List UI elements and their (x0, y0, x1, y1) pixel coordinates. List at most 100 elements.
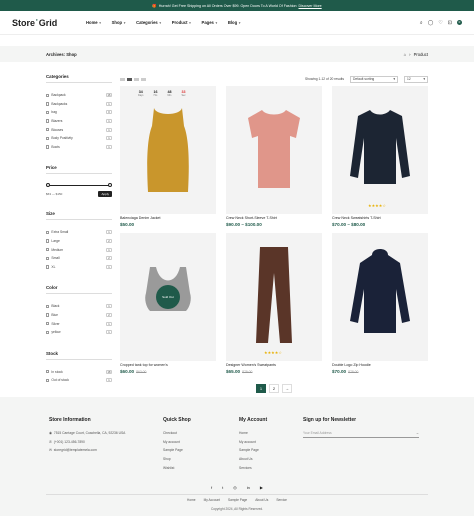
account-link[interactable]: Sample Page (239, 446, 303, 455)
product-card[interactable]: ★★★★☆ Crew Neck Sweatshirts T-Shirt $70.… (332, 86, 428, 227)
facebook-icon[interactable]: f (211, 485, 212, 490)
price-slider[interactable] (46, 182, 112, 188)
checkbox[interactable] (46, 93, 50, 97)
checkbox[interactable] (46, 313, 50, 317)
store-email[interactable]: storegrid@templatemela.com (54, 448, 97, 452)
footer-link[interactable]: My Account (204, 498, 220, 502)
discover-more-link[interactable]: Discover More (299, 4, 322, 8)
quick-shop-link[interactable]: Wishlist (163, 463, 239, 472)
stock-row[interactable]: Out of stock 1 (46, 376, 112, 385)
account-link[interactable]: Home (239, 429, 303, 438)
product-card[interactable]: ★★★★☆ Designer Women's Sweatpants $65.00… (226, 233, 322, 374)
checkbox[interactable] (46, 230, 50, 235)
product-name[interactable]: Designer Women's Sweatpants (226, 363, 322, 367)
footer-link[interactable]: About Us (255, 498, 268, 502)
view-grid-5-icon[interactable] (141, 77, 146, 81)
nav-categories[interactable]: Categories ▼ (136, 20, 162, 25)
checkbox[interactable] (46, 370, 50, 374)
checkbox[interactable] (46, 256, 50, 260)
product-card[interactable]: Double Logo Zip Hoodie $70.00 $78.00 (332, 233, 428, 374)
nav-home[interactable]: Home ▼ (86, 20, 102, 25)
color-row[interactable]: yellow 1 (46, 328, 112, 337)
product-card[interactable]: Sold Out Cropped tank top for women's $6… (120, 233, 216, 374)
checkbox[interactable] (46, 378, 50, 383)
account-link[interactable]: My account (239, 438, 303, 447)
checkbox[interactable] (46, 321, 50, 326)
per-page-select[interactable]: 12 ▾ (404, 75, 428, 83)
nav-product[interactable]: Product ▼ (172, 20, 192, 25)
category-row[interactable]: Body Positivity 1 (46, 134, 112, 143)
quick-shop-link[interactable]: Checkout (163, 429, 239, 438)
checkbox[interactable] (46, 145, 50, 149)
checkbox[interactable] (46, 119, 50, 123)
cart-icon[interactable]: ⊡ (448, 20, 452, 26)
price-max-handle[interactable] (108, 183, 112, 188)
category-row[interactable]: bag 0 (46, 108, 112, 117)
view-list-icon[interactable] (120, 77, 125, 81)
product-name[interactable]: Balenciaga Denim Jacket (120, 216, 216, 220)
product-name[interactable]: Double Logo Zip Hoodie (332, 363, 428, 367)
product-image[interactable]: ★★★★☆ (332, 86, 428, 214)
size-row[interactable]: Medium 1 (46, 245, 112, 254)
newsletter-input[interactable]: Your Email Address → (303, 429, 419, 438)
category-row[interactable]: Blazers 1 (46, 117, 112, 126)
stock-row[interactable]: In stock 18 (46, 368, 112, 377)
store-phone[interactable]: (+001) 123-456-7890 (54, 440, 85, 444)
product-image[interactable] (226, 86, 322, 214)
checkbox[interactable] (46, 110, 50, 115)
page-2[interactable]: 2 (269, 384, 279, 393)
account-link[interactable]: Services (239, 463, 303, 472)
checkbox[interactable] (46, 265, 50, 269)
product-card[interactable]: 34 Days 16 Hrs 48 Min 33 Sec Balenciaga Deni… (120, 86, 216, 227)
color-row[interactable]: Black 1 (46, 302, 112, 311)
site-logo[interactable]: Store ' Grid (12, 18, 74, 28)
footer-link[interactable]: Service (276, 498, 287, 502)
category-row[interactable]: Backpacks 1 (46, 100, 112, 109)
color-row[interactable]: Silver 1 (46, 319, 112, 328)
size-row[interactable]: Large 2 (46, 237, 112, 246)
search-icon[interactable]: ⌕ (420, 20, 423, 26)
quick-shop-link[interactable]: Sample Page (163, 446, 239, 455)
quick-shop-link[interactable]: Shop (163, 455, 239, 464)
footer-link[interactable]: Sample Page (228, 498, 247, 502)
size-row[interactable]: Extra Small 1 (46, 228, 112, 237)
checkbox[interactable] (46, 239, 50, 243)
product-image[interactable]: ★★★★☆ (226, 233, 322, 361)
checkbox[interactable] (46, 102, 50, 106)
product-name[interactable]: Crew Neck Sweatshirts T-Shirt (332, 216, 428, 220)
category-row[interactable]: Boots 1 (46, 143, 112, 152)
twitter-icon[interactable]: t (222, 485, 223, 490)
checkbox[interactable] (46, 127, 50, 132)
category-row[interactable]: Backpack 16 (46, 91, 112, 100)
price-min-handle[interactable] (46, 183, 50, 188)
account-link[interactable]: About Us (239, 455, 303, 464)
apply-price-button[interactable]: Apply (98, 191, 112, 198)
checkbox[interactable] (46, 304, 50, 309)
instagram-icon[interactable]: ◎ (233, 485, 237, 490)
arrow-right-icon[interactable]: → (416, 431, 419, 435)
product-image[interactable]: Sold Out (120, 233, 216, 361)
size-row[interactable]: XL 1 (46, 263, 112, 272)
product-name[interactable]: Cropped tank top for women's (120, 363, 216, 367)
nav-pages[interactable]: Pages ▼ (202, 20, 218, 25)
home-icon[interactable]: ⌂ (404, 52, 407, 57)
user-icon[interactable]: ◯ (428, 20, 434, 26)
size-row[interactable]: Small 2 (46, 254, 112, 263)
view-grid-icon[interactable] (127, 77, 132, 81)
product-name[interactable]: Crew Neck Short-Sleeve T-Shirt (226, 216, 322, 220)
checkbox[interactable] (46, 136, 50, 140)
sort-select[interactable]: Default sorting ▾ (350, 75, 398, 83)
checkbox[interactable] (46, 330, 50, 334)
next-page-button[interactable]: → (282, 384, 292, 393)
product-image[interactable] (332, 233, 428, 361)
quick-shop-link[interactable]: My account (163, 438, 239, 447)
footer-link[interactable]: Home (187, 498, 196, 502)
product-card[interactable]: Crew Neck Short-Sleeve T-Shirt $90.00 – … (226, 86, 322, 227)
product-image[interactable]: 34 Days 16 Hrs 48 Min 33 Sec (120, 86, 216, 214)
nav-blog[interactable]: Blog ▼ (228, 20, 241, 25)
view-grid-4-icon[interactable] (134, 77, 139, 81)
youtube-icon[interactable]: ▶ (260, 485, 263, 490)
page-1[interactable]: 1 (256, 384, 266, 393)
category-row[interactable]: Blouses 1 (46, 125, 112, 134)
heart-icon[interactable]: ♡ (438, 20, 442, 26)
